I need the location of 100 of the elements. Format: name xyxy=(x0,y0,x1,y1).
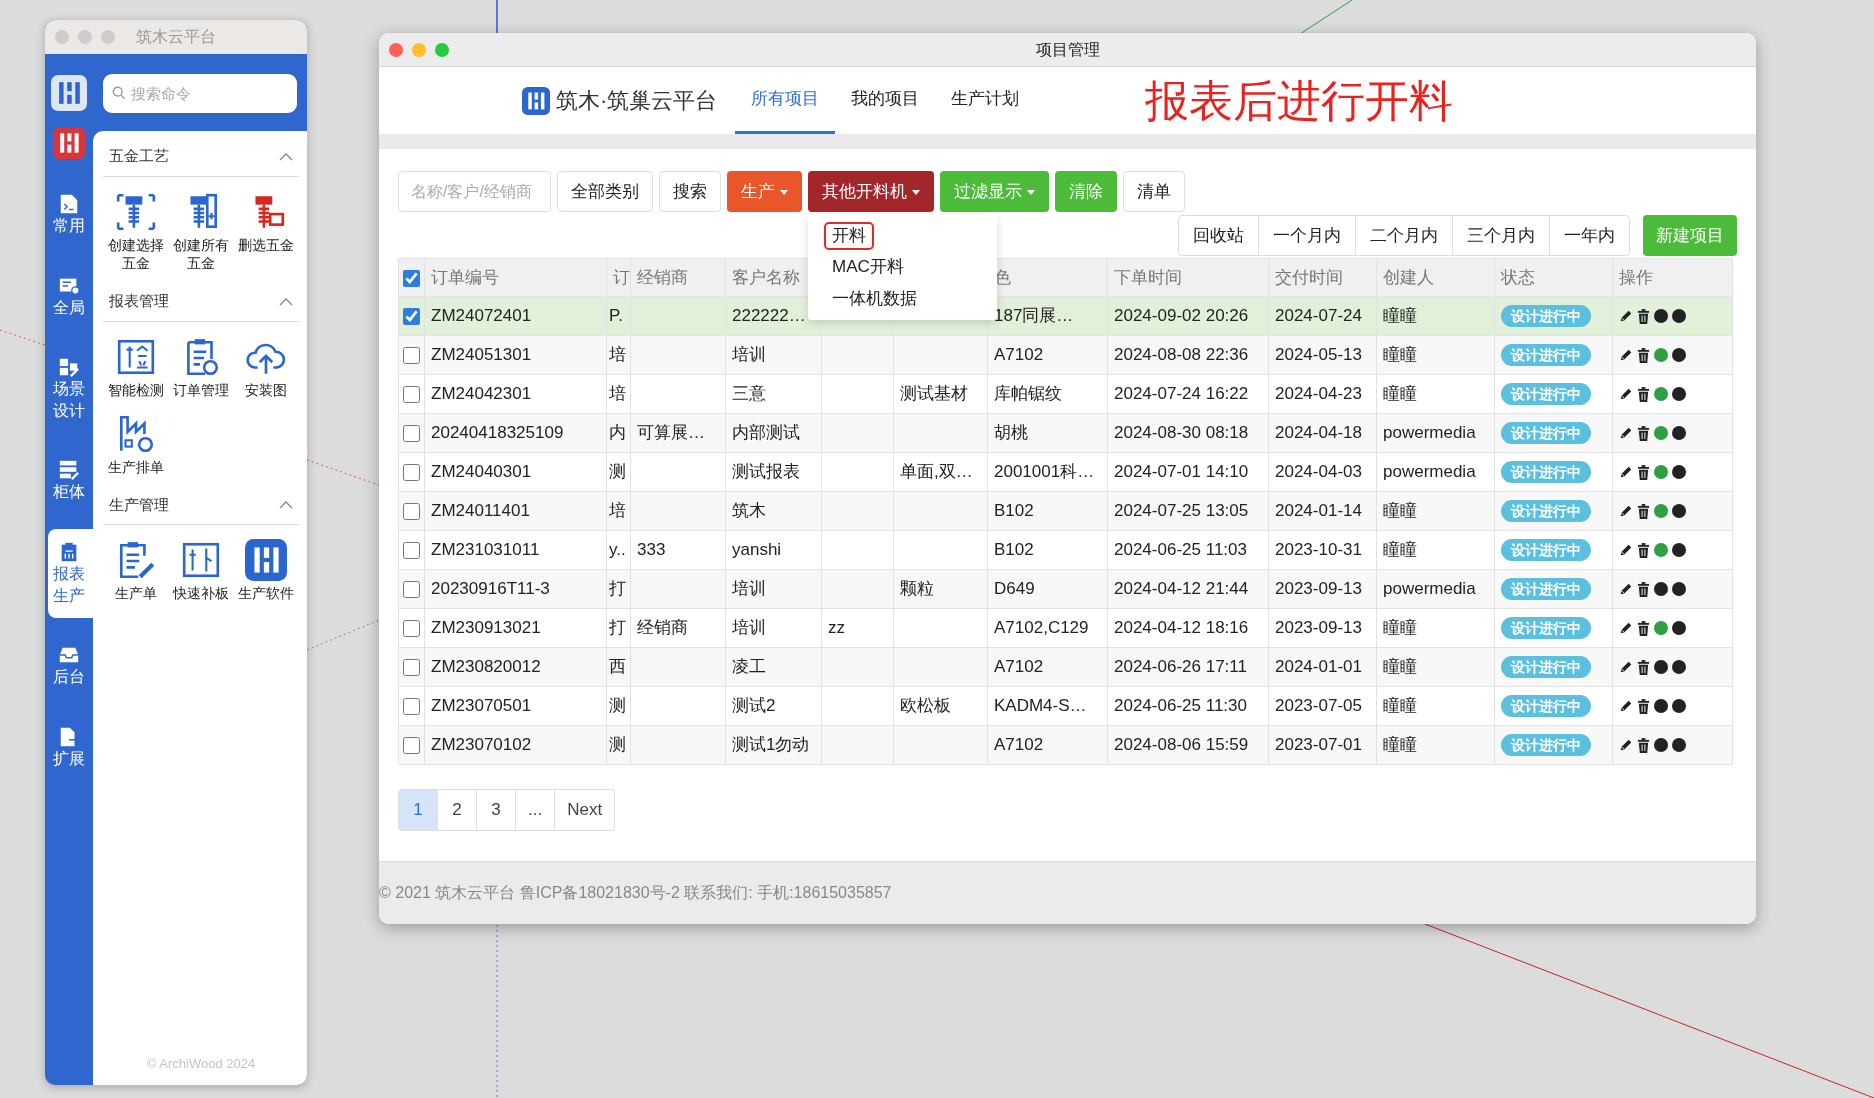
rail-tab[interactable]: 后台 xyxy=(45,632,93,700)
pencil-icon[interactable] xyxy=(1619,582,1633,596)
trash-icon[interactable] xyxy=(1637,737,1650,753)
rail-tab[interactable]: 场景设计 xyxy=(45,344,93,434)
pencil-icon[interactable] xyxy=(1619,309,1633,323)
table-cell: 2024-04-23 xyxy=(1268,374,1377,414)
nav-tab[interactable]: 我的项目 xyxy=(835,67,936,134)
row-checkbox[interactable] xyxy=(403,503,420,521)
trash-icon[interactable] xyxy=(1637,659,1650,675)
pencil-icon[interactable] xyxy=(1619,465,1633,479)
tool-button[interactable]: 订单管理 xyxy=(168,335,234,401)
pencil-icon[interactable] xyxy=(1619,387,1633,401)
page-button[interactable]: 1 xyxy=(398,789,438,831)
dropdown-button[interactable]: 生产 xyxy=(727,171,802,212)
row-checkbox[interactable] xyxy=(403,698,420,716)
search-field[interactable]: 名称/客户/经销商 xyxy=(398,171,551,212)
table-cell: 经销商 xyxy=(630,608,726,648)
page-button[interactable]: ... xyxy=(515,789,556,831)
filter-button[interactable]: 一个月内 xyxy=(1258,215,1356,256)
tool-button[interactable]: 生产排单 xyxy=(103,412,169,478)
page-button[interactable]: 3 xyxy=(476,789,516,831)
row-checkbox[interactable] xyxy=(403,542,420,560)
toolbar-button[interactable]: 清单 xyxy=(1123,171,1185,212)
row-checkbox[interactable] xyxy=(403,620,420,638)
tool-button[interactable]: 生产软件 xyxy=(233,539,299,604)
table-cell: 测试1勿动 xyxy=(725,725,822,765)
pencil-icon[interactable] xyxy=(1619,543,1633,557)
table-cell: 2024-01-01 xyxy=(1268,647,1377,687)
pencil-icon[interactable] xyxy=(1619,699,1633,713)
pencil-icon[interactable] xyxy=(1619,660,1633,674)
filter-button[interactable]: 三个月内 xyxy=(1452,215,1550,256)
rail-tab[interactable]: 柜体 xyxy=(45,447,93,515)
row-checkbox[interactable] xyxy=(403,737,420,755)
trash-icon[interactable] xyxy=(1637,347,1650,363)
rail-tab[interactable]: 扩展 xyxy=(45,713,93,782)
trash-icon[interactable] xyxy=(1637,386,1650,402)
table-cell: 2024-07-24 16:22 xyxy=(1107,374,1269,414)
row-checkbox[interactable] xyxy=(403,659,420,677)
rail-tab[interactable]: 常用 xyxy=(45,181,93,249)
filter-button[interactable]: 回收站 xyxy=(1178,215,1259,256)
trash-icon[interactable] xyxy=(1637,308,1650,324)
pencil-icon[interactable] xyxy=(1619,504,1633,518)
menu-item[interactable]: MAC开料 xyxy=(824,253,912,282)
search-field[interactable]: 搜索命令 xyxy=(103,74,297,113)
nav-tab[interactable]: 生产计划 xyxy=(935,67,1036,134)
table-cell: 2024-07-25 13:05 xyxy=(1107,491,1269,531)
page-button[interactable]: Next xyxy=(554,789,616,831)
table-cell: 内部测试 xyxy=(725,413,822,453)
row-checkbox[interactable] xyxy=(403,308,420,326)
pencil-icon[interactable] xyxy=(1619,426,1633,440)
row-checkbox[interactable] xyxy=(403,581,420,599)
section-title: 五金工艺 xyxy=(109,146,169,166)
trash-icon[interactable] xyxy=(1637,542,1650,558)
trash-icon[interactable] xyxy=(1637,425,1650,441)
filter-button[interactable]: 一年内 xyxy=(1549,215,1630,256)
pencil-icon[interactable] xyxy=(1619,621,1633,635)
select-all-checkbox[interactable] xyxy=(403,269,420,287)
rail-tab[interactable]: 报表生产 xyxy=(48,528,96,619)
table-cell: 培训 xyxy=(725,335,822,375)
status-badge: 设计进行中 xyxy=(1501,656,1591,679)
tool-button[interactable]: 智能检测 xyxy=(103,335,169,401)
row-checkbox[interactable] xyxy=(403,464,420,482)
chevron-up-icon[interactable] xyxy=(279,151,293,161)
row-checkbox[interactable] xyxy=(403,386,420,404)
table-cell: ZM24042301 xyxy=(424,374,607,414)
table-cell: 2024-06-26 17:11 xyxy=(1107,647,1269,687)
trash-icon[interactable] xyxy=(1637,620,1650,636)
trash-icon[interactable] xyxy=(1637,581,1650,597)
page-button[interactable]: 2 xyxy=(437,789,477,831)
trash-icon[interactable] xyxy=(1637,503,1650,519)
table-cell: 筑木 xyxy=(725,491,822,531)
status-badge: 设计进行中 xyxy=(1501,461,1591,484)
table-cell: B102 xyxy=(987,491,1108,531)
toolbar-button[interactable]: 全部类别 xyxy=(557,171,653,212)
rail-tab[interactable]: 全局 xyxy=(45,262,93,331)
column-header: 状态 xyxy=(1494,258,1613,297)
filter-button[interactable]: 二个月内 xyxy=(1355,215,1453,256)
menu-item[interactable]: 一体机数据 xyxy=(824,284,925,314)
brand-name: 筑木·筑巢云平台 xyxy=(556,87,718,115)
pencil-icon[interactable] xyxy=(1619,738,1633,752)
close-button[interactable] xyxy=(389,42,403,57)
tool-button[interactable]: 生产单 xyxy=(103,539,169,604)
table-cell: 胡桃 xyxy=(987,413,1108,453)
menu-item[interactable]: 开料 xyxy=(824,222,874,251)
dropdown-button[interactable]: 其他开料机 xyxy=(808,171,934,212)
tool-button[interactable]: 快速补板 xyxy=(168,539,234,604)
chevron-up-icon[interactable] xyxy=(279,297,293,307)
pencil-icon[interactable] xyxy=(1619,348,1633,362)
table-cell: 颗粒 xyxy=(893,569,988,609)
tool-button[interactable]: 删选五金 xyxy=(233,190,299,275)
toolbar-button[interactable]: 搜索 xyxy=(659,171,721,212)
tool-button[interactable]: 创建所有五金 xyxy=(168,190,234,275)
row-checkbox[interactable] xyxy=(403,347,420,365)
tool-button[interactable]: 安装图 xyxy=(233,335,299,401)
chevron-up-icon[interactable] xyxy=(279,500,293,510)
row-checkbox[interactable] xyxy=(403,425,420,443)
trash-icon[interactable] xyxy=(1637,464,1650,480)
table-cell: 培 xyxy=(606,374,631,414)
trash-icon[interactable] xyxy=(1637,698,1650,714)
tool-button[interactable]: 创建选择五金 xyxy=(103,190,169,275)
